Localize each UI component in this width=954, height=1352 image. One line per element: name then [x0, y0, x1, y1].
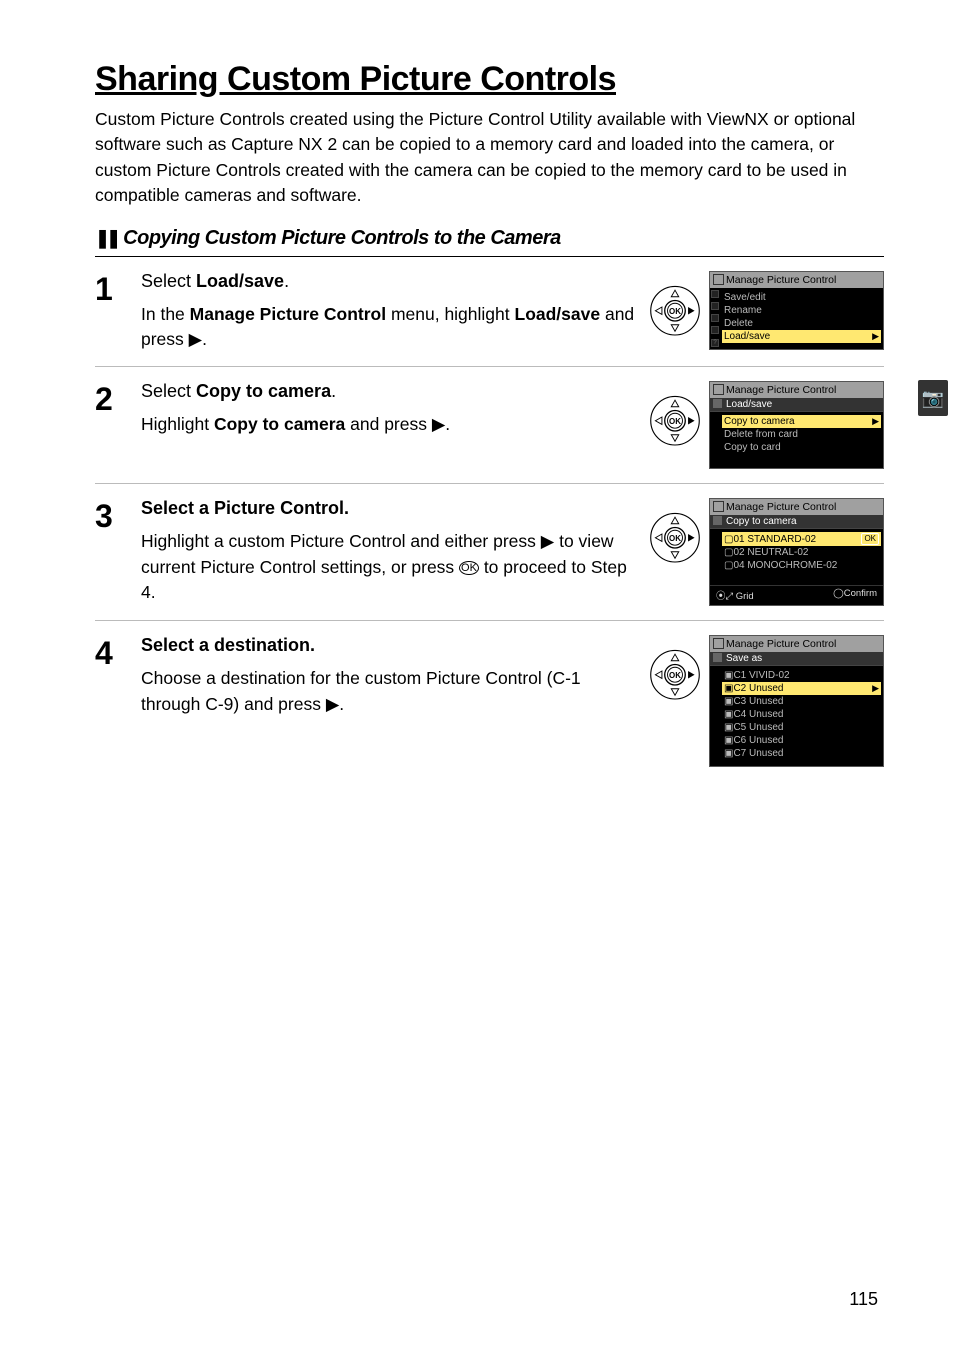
step-number: 4 [95, 635, 141, 767]
step-2: 2 Select Copy to camera. Highlight Copy … [95, 367, 884, 484]
footer-left: ⦿⤢ Grid [716, 588, 754, 602]
page-title: Sharing Custom Picture Controls [95, 60, 884, 99]
menu-item-label: ▢02 NEUTRAL-02 [724, 547, 808, 558]
dpad-icon: OK [647, 381, 703, 453]
camera-screen: Manage Picture Control Load/save Copy to… [709, 381, 884, 469]
menu-item: ▣C3 Unused [722, 695, 881, 708]
menu-item-label: Load/save [724, 331, 770, 342]
menu-item-label: Save/edit [724, 292, 766, 303]
screen-title: Manage Picture Control [710, 272, 883, 288]
dpad-icon: OK [647, 271, 703, 343]
menu-item-label: Delete [724, 318, 753, 329]
menu-item-label: ▣C6 Unused [724, 735, 783, 746]
screen-title: Manage Picture Control [710, 636, 883, 652]
screen-breadcrumb: Save as [710, 652, 883, 666]
menu-item: Rename [722, 304, 881, 317]
step-heading: Select a Picture Control. [141, 498, 635, 519]
screen-title: Manage Picture Control [710, 499, 883, 515]
screen-breadcrumb: Load/save [710, 398, 883, 412]
subhead-title: Copying Custom Picture Controls to the C… [123, 227, 561, 250]
step-heading: Select a destination. [141, 635, 635, 656]
menu-item-label: ▣C4 Unused [724, 709, 783, 720]
menu-item-label: ▣C7 Unused [724, 748, 783, 759]
menu-item: ▢02 NEUTRAL-02 [722, 546, 881, 559]
step-number: 2 [95, 381, 141, 469]
camera-screen: Manage Picture Control Copy to camera ▢0… [709, 498, 884, 606]
step-text: Choose a destination for the custom Pict… [141, 666, 635, 717]
menu-item: Save/edit [722, 291, 881, 304]
step-number: 3 [95, 498, 141, 606]
menu-item: ▢01 STANDARD-02 OK [722, 532, 881, 546]
screen-side-icons: ? [711, 290, 720, 347]
menu-item: Delete [722, 317, 881, 330]
chevron-right-icon: ▶ [872, 416, 879, 427]
screen-breadcrumb: Copy to camera [710, 515, 883, 529]
camera-screen: Manage Picture Control ? Save/edit Rename D… [709, 271, 884, 350]
menu-item-label: ▣C1 VIVID-02 [724, 670, 790, 681]
menu-item-label: ▢04 MONOCHROME-02 [724, 560, 837, 571]
menu-item-label: ▣C2 Unused [724, 683, 783, 694]
menu-item: Delete from card [722, 428, 881, 441]
step-heading: Select Copy to camera. [141, 381, 635, 402]
camera-icon: 📷 [922, 388, 944, 409]
step-text: Highlight Copy to camera and press ▶. [141, 412, 635, 437]
step-3: 3 Select a Picture Control. Highlight a … [95, 484, 884, 621]
menu-item: Copy to camera ▶ [722, 415, 881, 428]
camera-screen: Manage Picture Control Save as ▣C1 VIVID… [709, 635, 884, 767]
side-tab-camera-icon: 📷 [918, 380, 948, 416]
dpad-icon: OK [647, 635, 703, 707]
svg-text:OK: OK [669, 534, 681, 543]
screen-footer: ⦿⤢ Grid ◯Confirm [710, 585, 883, 605]
menu-item-label: Delete from card [724, 429, 798, 440]
screen-title: Manage Picture Control [710, 382, 883, 398]
ok-icon: OK [459, 561, 479, 575]
svg-text:OK: OK [669, 671, 681, 680]
step-1: 1 Select Load/save. In the Manage Pictur… [95, 257, 884, 368]
step-text: In the Manage Picture Control menu, high… [141, 302, 635, 353]
menu-item-label: ▣C3 Unused [724, 696, 783, 707]
intro-text: Custom Picture Controls created using th… [95, 107, 884, 209]
menu-item: ▣C1 VIVID-02 [722, 669, 881, 682]
dpad-icon: OK [647, 498, 703, 570]
step-text: Highlight a custom Picture Control and e… [141, 529, 635, 605]
subhead-marker: ❚❚ [95, 228, 117, 249]
menu-item: Copy to card [722, 441, 881, 454]
chevron-right-icon: ▶ [872, 331, 879, 342]
step-heading: Select Load/save. [141, 271, 635, 292]
menu-item-label: ▢01 STANDARD-02 [724, 534, 816, 545]
menu-item-label: Copy to camera [724, 416, 795, 427]
menu-item: ▣C4 Unused [722, 708, 881, 721]
step-number: 1 [95, 271, 141, 353]
menu-item: ▣C7 Unused [722, 747, 881, 760]
menu-item: Load/save ▶ [722, 330, 881, 343]
menu-item: ▣C6 Unused [722, 734, 881, 747]
menu-item-label: Copy to card [724, 442, 781, 453]
menu-item: ▣C5 Unused [722, 721, 881, 734]
step-4: 4 Select a destination. Choose a destina… [95, 621, 884, 781]
menu-item: ▣C2 Unused ▶ [722, 682, 881, 695]
menu-item: ▢04 MONOCHROME-02 [722, 559, 881, 572]
footer-right: ◯Confirm [833, 588, 877, 602]
ok-badge: OK [861, 533, 879, 545]
chevron-right-icon: ▶ [872, 683, 879, 694]
page-number: 115 [849, 1289, 878, 1310]
menu-item-label: Rename [724, 305, 762, 316]
svg-text:OK: OK [669, 417, 681, 426]
menu-item-label: ▣C5 Unused [724, 722, 783, 733]
svg-text:OK: OK [669, 307, 681, 316]
